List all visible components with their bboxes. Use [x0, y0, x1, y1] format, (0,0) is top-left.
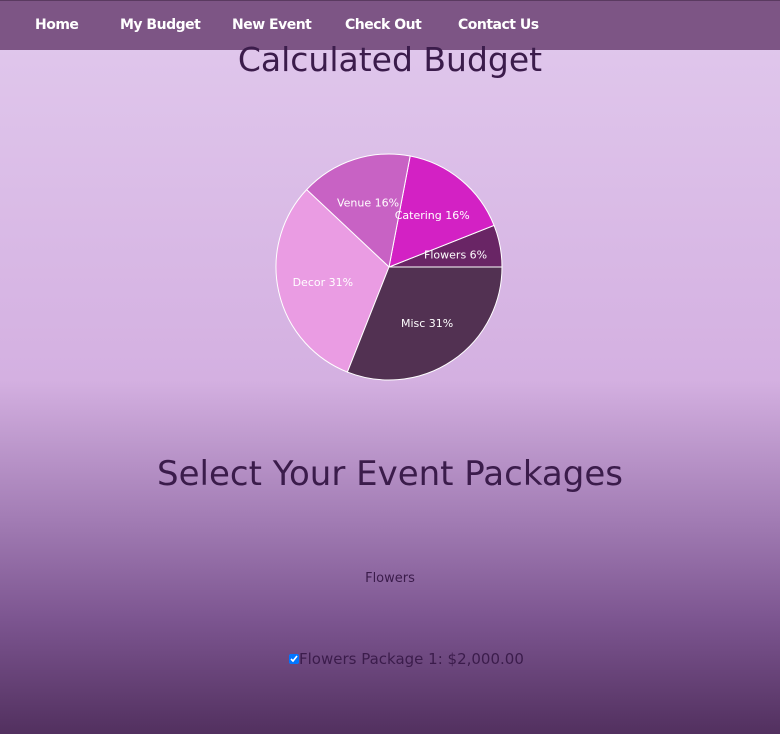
budget-pie-chart: Flowers 6% Catering 16%Venue 16% Decor 31%…	[275, 153, 503, 381]
category-label: Flowers	[365, 571, 415, 586]
pie-label-venue: Venue 16%	[337, 197, 399, 210]
pie-label-misc: Misc 31%	[401, 317, 453, 330]
pie-label-catering: Catering 16%	[395, 209, 470, 222]
nav-contact-us[interactable]: Contact Us	[458, 17, 539, 33]
nav-check-out[interactable]: Check Out	[345, 17, 422, 33]
budget-title: Calculated Budget	[237, 40, 543, 79]
package-option[interactable]: Flowers Package 1: $2,000.00	[289, 650, 524, 668]
nav-home[interactable]: Home	[35, 17, 79, 33]
nav-my-budget[interactable]: My Budget	[120, 17, 201, 33]
package-label: Flowers Package 1: $2,000.00	[299, 650, 524, 668]
pie-label-decor: Decor 31%	[293, 276, 353, 289]
nav-new-event[interactable]: New Event	[232, 17, 312, 33]
package-checkbox[interactable]	[289, 654, 299, 664]
packages-title: Select Your Event Packages	[157, 454, 623, 494]
pie-label-flowers: Flowers 6%	[424, 248, 487, 261]
